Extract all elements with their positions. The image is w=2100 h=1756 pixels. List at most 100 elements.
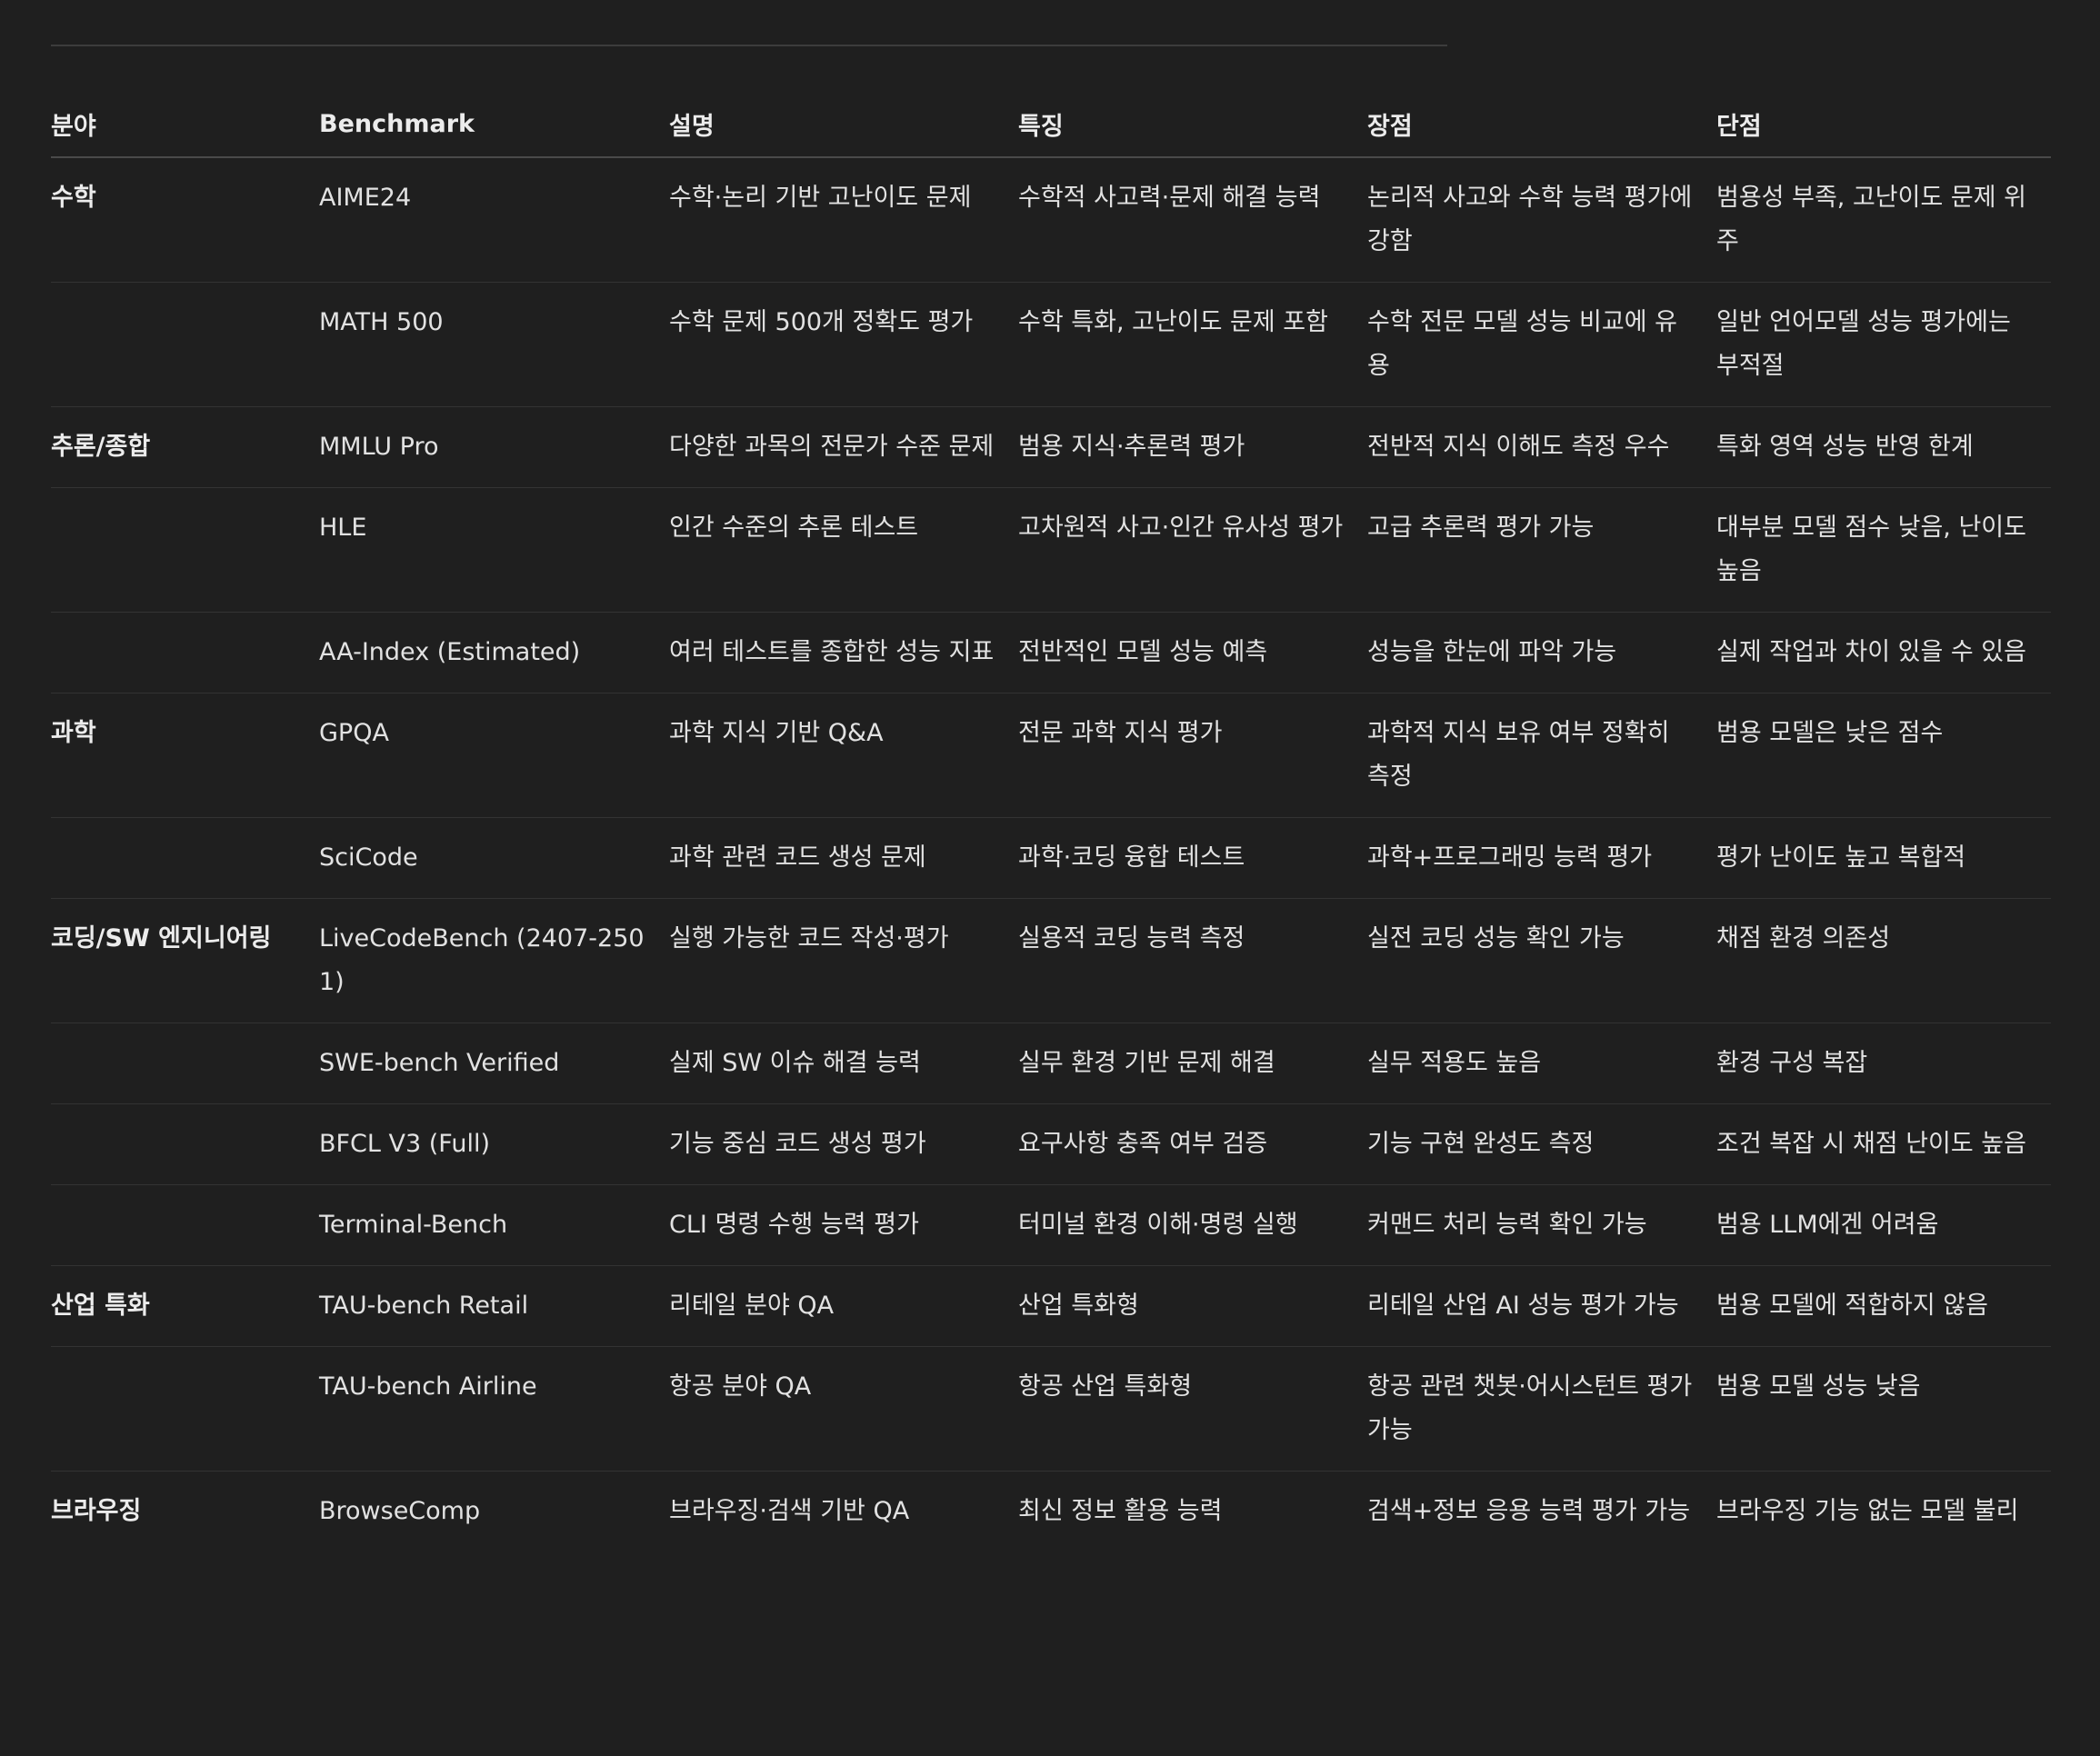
cell-feature: 수학 특화, 고난이도 문제 포함 (1018, 282, 1367, 407)
cell-field (51, 487, 319, 613)
cell-feature: 전반적인 모델 성능 예측 (1018, 612, 1367, 693)
cell-field (51, 1346, 319, 1472)
table-row: 브라우징 BrowseComp 브라우징·검색 기반 QA 최신 정보 활용 능력 검색… (51, 1472, 2051, 1552)
cell-description: 기능 중심 코드 생성 평가 (669, 1103, 1018, 1185)
table-row: TAU-bench Airline 항공 분야 QA 항공 산업 특화형 항공 관련 … (51, 1346, 2051, 1472)
cell-cons: 브라우징 기능 없는 모델 불리 (1716, 1497, 2019, 1525)
header-description: 설명 (669, 91, 1018, 158)
table-row: 산업 특화 TAU-bench Retail 리테일 분야 QA 산업 특화형 리테일 … (51, 1265, 2051, 1347)
cell-description: 다양한 과목의 전문가 수준 문제 (669, 406, 1018, 488)
cell-description: 수학·논리 기반 고난이도 문제 (669, 157, 1018, 283)
benchmark-table-container: 분야 Benchmark 설명 특징 장점 단점 수학 AIME24 수학·논리 기… (51, 91, 2051, 1551)
cell-field: 코딩/SW 엔지니어링 (51, 898, 319, 1023)
cell-pros: 고급 추론력 평가 가능 (1367, 487, 1716, 613)
cell-cons: 일반 언어모델 성능 평가에는 부적절 (1716, 282, 2051, 407)
cell-cons: 범용 LLM에겐 어려움 (1716, 1184, 2051, 1266)
cell-feature: 산업 특화형 (1018, 1265, 1367, 1347)
cell-description: 실제 SW 이슈 해결 능력 (669, 1023, 1018, 1104)
cell-field (51, 1184, 319, 1266)
cell-benchmark: TAU-bench Retail (319, 1265, 669, 1347)
cell-description: 리테일 분야 QA (669, 1265, 1018, 1347)
table-header: 분야 Benchmark 설명 특징 장점 단점 (51, 91, 2051, 158)
cell-field (51, 282, 319, 407)
cell-feature: 과학·코딩 융합 테스트 (1018, 817, 1367, 899)
table-row: SciCode 과학 관련 코드 생성 문제 과학·코딩 융합 테스트 과학+프로그래… (51, 817, 2051, 899)
cell-description: CLI 명령 수행 능력 평가 (669, 1184, 1018, 1266)
cell-pros: 항공 관련 챗봇·어시스턴트 평가 가능 (1367, 1346, 1716, 1472)
cell-field: 과학 (51, 693, 319, 818)
table-row: AA-Index (Estimated) 여러 테스트를 종합한 성능 지표 전반적… (51, 612, 2051, 693)
cell-feature: 터미널 환경 이해·명령 실행 (1018, 1184, 1367, 1266)
cell-description: 과학 관련 코드 생성 문제 (669, 817, 1018, 899)
cell-cons: 조건 복잡 시 채점 난이도 높음 (1716, 1103, 2051, 1185)
cell-benchmark: SciCode (319, 817, 669, 899)
cell-feature: 최신 정보 활용 능력 (1018, 1497, 1223, 1525)
cell-field: 브라우징 (51, 1497, 142, 1525)
table-row: BFCL V3 (Full) 기능 중심 코드 생성 평가 요구사항 충족 여부 검… (51, 1103, 2051, 1185)
cell-benchmark: SWE-bench Verified (319, 1023, 669, 1104)
cell-benchmark: MATH 500 (319, 282, 669, 407)
table-row: MATH 500 수학 문제 500개 정확도 평가 수학 특화, 고난이도 문제 … (51, 282, 2051, 407)
cell-cons: 범용 모델에 적합하지 않음 (1716, 1265, 2051, 1347)
cell-pros: 기능 구현 완성도 측정 (1367, 1103, 1716, 1185)
cell-benchmark: GPQA (319, 693, 669, 818)
cell-field (51, 612, 319, 693)
top-divider (51, 45, 1447, 46)
cell-field: 추론/종합 (51, 406, 319, 488)
cell-pros: 실무 적용도 높음 (1367, 1023, 1716, 1104)
header-row: 분야 Benchmark 설명 특징 장점 단점 (51, 91, 2051, 158)
cell-pros: 리테일 산업 AI 성능 평가 가능 (1367, 1265, 1716, 1347)
cell-description: 과학 지식 기반 Q&A (669, 693, 1018, 818)
cell-feature: 실용적 코딩 능력 측정 (1018, 898, 1367, 1023)
header-cons: 단점 (1716, 91, 2051, 158)
cell-benchmark: BrowseComp (319, 1497, 481, 1525)
header-benchmark: Benchmark (319, 91, 669, 158)
cell-description: 실행 가능한 코드 작성·평가 (669, 898, 1018, 1023)
cell-feature: 항공 산업 특화형 (1018, 1346, 1367, 1472)
table-row: Terminal-Bench CLI 명령 수행 능력 평가 터미널 환경 이해·명… (51, 1184, 2051, 1266)
cell-cons: 범용성 부족, 고난이도 문제 위주 (1716, 157, 2051, 283)
header-feature: 특징 (1018, 91, 1367, 158)
cell-cons: 범용 모델 성능 낮음 (1716, 1346, 2051, 1472)
cell-description: 인간 수준의 추론 테스트 (669, 487, 1018, 613)
cell-description: 수학 문제 500개 정확도 평가 (669, 282, 1018, 407)
cell-pros: 과학적 지식 보유 여부 정확히 측정 (1367, 693, 1716, 818)
cell-benchmark: LiveCodeBench (2407-2501) (319, 898, 669, 1023)
cell-field: 수학 (51, 157, 319, 283)
cell-cons: 범용 모델은 낮은 점수 (1716, 693, 2051, 818)
cell-description: 브라우징·검색 기반 QA (669, 1497, 910, 1525)
cell-pros: 검색+정보 응용 능력 평가 가능 (1367, 1497, 1691, 1525)
table-row: 코딩/SW 엔지니어링 LiveCodeBench (2407-2501) 실행 가… (51, 898, 2051, 1023)
cell-field (51, 1023, 319, 1104)
cell-benchmark: HLE (319, 487, 669, 613)
cell-field (51, 817, 319, 899)
cell-feature: 실무 환경 기반 문제 해결 (1018, 1023, 1367, 1104)
cell-cons: 환경 구성 복잡 (1716, 1023, 2051, 1104)
table-row: 수학 AIME24 수학·논리 기반 고난이도 문제 수학적 사고력·문제 해결 능력… (51, 157, 2051, 283)
cell-feature: 전문 과학 지식 평가 (1018, 693, 1367, 818)
cell-cons: 실제 작업과 차이 있을 수 있음 (1716, 612, 2051, 693)
cell-benchmark: Terminal-Bench (319, 1184, 669, 1266)
table-body: 수학 AIME24 수학·논리 기반 고난이도 문제 수학적 사고력·문제 해결 능력… (51, 157, 2051, 1551)
cell-pros: 과학+프로그래밍 능력 평가 (1367, 817, 1716, 899)
header-field: 분야 (51, 91, 319, 158)
cell-feature: 수학적 사고력·문제 해결 능력 (1018, 157, 1367, 283)
cell-feature: 범용 지식·추론력 평가 (1018, 406, 1367, 488)
cell-cons: 평가 난이도 높고 복합적 (1716, 817, 2051, 899)
cell-feature: 요구사항 충족 여부 검증 (1018, 1103, 1367, 1185)
cell-benchmark: MMLU Pro (319, 406, 669, 488)
cell-description: 여러 테스트를 종합한 성능 지표 (669, 612, 1018, 693)
table-row: 과학 GPQA 과학 지식 기반 Q&A 전문 과학 지식 평가 과학적 지식 보유 여… (51, 693, 2051, 818)
table-row: 추론/종합 MMLU Pro 다양한 과목의 전문가 수준 문제 범용 지식·추론력 … (51, 406, 2051, 488)
cell-pros: 수학 전문 모델 성능 비교에 유용 (1367, 282, 1716, 407)
benchmark-table: 분야 Benchmark 설명 특징 장점 단점 수학 AIME24 수학·논리 기… (51, 91, 2051, 1551)
cell-feature: 고차원적 사고·인간 유사성 평가 (1018, 487, 1367, 613)
cell-benchmark: BFCL V3 (Full) (319, 1103, 669, 1185)
cell-field: 산업 특화 (51, 1265, 319, 1347)
cell-pros: 커맨드 처리 능력 확인 가능 (1367, 1184, 1716, 1266)
cell-description: 항공 분야 QA (669, 1346, 1018, 1472)
cell-benchmark: AIME24 (319, 157, 669, 283)
cell-cons: 채점 환경 의존성 (1716, 898, 2051, 1023)
cell-benchmark: TAU-bench Airline (319, 1346, 669, 1472)
table-row: HLE 인간 수준의 추론 테스트 고차원적 사고·인간 유사성 평가 고급 추론력 … (51, 487, 2051, 613)
